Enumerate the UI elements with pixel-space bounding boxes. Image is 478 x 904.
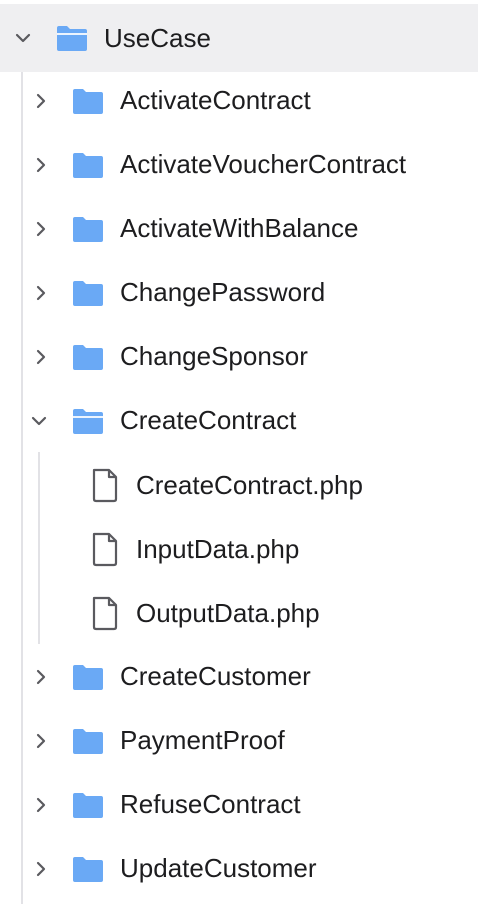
tree-item-label: CreateContract (120, 405, 297, 435)
folder-icon (71, 214, 105, 244)
folder-open-icon (55, 23, 89, 53)
tree-item-label: RefuseContract (120, 789, 301, 819)
chevron-right-icon[interactable] (32, 732, 50, 750)
tree-item-file-inputdata-php[interactable]: InputData.php (0, 516, 478, 580)
chevron-right-icon[interactable] (32, 348, 50, 366)
file-icon (90, 467, 120, 503)
tree-item-activatevouchercontract[interactable]: ActivateVoucherContract (0, 132, 478, 196)
chevron-right-icon[interactable] (32, 220, 50, 238)
tree-item-refusecontract[interactable]: RefuseContract (0, 772, 478, 836)
file-icon (90, 531, 120, 567)
tree-item-label: OutputData.php (136, 598, 320, 628)
folder-icon (71, 86, 105, 116)
tree-item-label: CreateContract.php (136, 470, 363, 500)
folder-icon (71, 150, 105, 180)
chevron-right-icon[interactable] (32, 668, 50, 686)
tree-item-label: ActivateVoucherContract (120, 149, 407, 179)
tree-item-label: ActivateContract (120, 85, 311, 115)
chevron-right-icon[interactable] (32, 92, 50, 110)
chevron-right-icon[interactable] (32, 284, 50, 302)
tree-item-activatecontract[interactable]: ActivateContract (0, 68, 478, 132)
tree-item-createcontract[interactable]: CreateContract (0, 388, 478, 452)
chevron-down-icon[interactable] (14, 29, 32, 47)
folder-open-icon (71, 406, 105, 436)
tree-item-label: ChangePassword (120, 277, 326, 307)
folder-icon (71, 854, 105, 884)
tree-item-label: InputData.php (136, 534, 300, 564)
tree-item-changesponsor[interactable]: ChangeSponsor (0, 324, 478, 388)
folder-icon (71, 726, 105, 756)
tree-item-label: UpdateCustomer (120, 853, 317, 883)
folder-icon (71, 790, 105, 820)
chevron-right-icon[interactable] (32, 156, 50, 174)
tree-item-paymentproof[interactable]: PaymentProof (0, 708, 478, 772)
chevron-down-icon[interactable] (30, 412, 48, 430)
tree-item-label: PaymentProof (120, 725, 285, 755)
chevron-right-icon[interactable] (32, 860, 50, 878)
tree-item-file-outputdata-php[interactable]: OutputData.php (0, 580, 478, 644)
file-tree: UseCase ActivateContract ActivateVoucher… (0, 0, 478, 904)
tree-item-usecase[interactable]: UseCase (0, 4, 478, 72)
folder-icon (71, 342, 105, 372)
tree-item-label: CreateCustomer (120, 661, 311, 691)
tree-item-changepassword[interactable]: ChangePassword (0, 260, 478, 324)
tree-item-label: UseCase (104, 23, 211, 53)
tree-item-file-createcontract-php[interactable]: CreateContract.php (0, 452, 478, 516)
folder-icon (71, 278, 105, 308)
folder-icon (71, 662, 105, 692)
tree-item-updatecustomer[interactable]: UpdateCustomer (0, 836, 478, 900)
file-icon (90, 595, 120, 631)
tree-item-label: ChangeSponsor (120, 341, 308, 371)
tree-item-createcustomer[interactable]: CreateCustomer (0, 644, 478, 708)
chevron-right-icon[interactable] (32, 796, 50, 814)
tree-item-activatewithbalance[interactable]: ActivateWithBalance (0, 196, 478, 260)
tree-item-label: ActivateWithBalance (120, 213, 359, 243)
